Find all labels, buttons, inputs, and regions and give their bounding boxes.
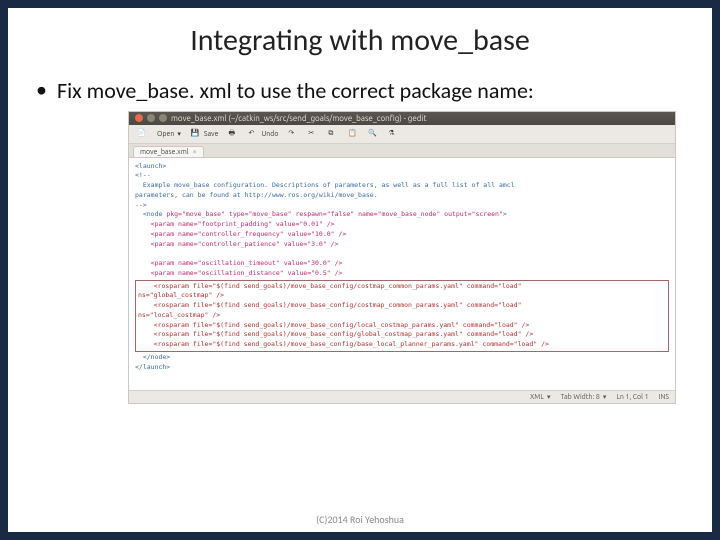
redo-button[interactable]: ↷ <box>286 128 300 140</box>
code-line: Example move_base configuration. Descrip… <box>143 181 515 189</box>
save-icon: 💾 <box>191 129 201 139</box>
undo-button[interactable]: ↶Undo <box>246 128 280 140</box>
code-line: ns="global_costmap" /> <box>138 291 224 299</box>
print-button[interactable]: 🖶 <box>226 128 240 140</box>
highlighted-edit-box: <rosparam file="$(find send_goals)/move_… <box>135 280 669 352</box>
code-line: parameters, can be found at http://www.r… <box>135 191 378 199</box>
code-line: <node <box>143 210 166 218</box>
status-cursor-position: Ln 1, Col 1 <box>616 393 648 401</box>
code-line: <param name="controller_frequency" value… <box>151 230 347 238</box>
paste-icon: 📋 <box>348 129 358 139</box>
code-line: <param name="oscillation_distance" value… <box>151 269 343 277</box>
status-bar: XML ▾ Tab Width: 8 ▾ Ln 1, Col 1 INS <box>129 390 675 403</box>
copy-button[interactable]: ⧉ <box>326 128 340 140</box>
code-line: ns="local_costmap" /> <box>138 311 220 319</box>
undo-icon: ↶ <box>248 129 258 139</box>
window-titlebar: move_base.xml (~/catkin_ws/src/send_goal… <box>129 112 675 125</box>
replace-icon: ⚗ <box>388 129 398 139</box>
bullet-text: Fix move_base. xml to use the correct pa… <box>57 77 534 105</box>
code-line: <rosparam file="$(find send_goals)/move_… <box>154 321 530 329</box>
cut-button[interactable]: ✂ <box>306 128 320 140</box>
document-icon: 📄 <box>137 129 147 139</box>
redo-icon: ↷ <box>288 129 298 139</box>
code-line: </node> <box>143 353 170 361</box>
paste-button[interactable]: 📋 <box>346 128 360 140</box>
slide-title: Integrating with move_base <box>8 8 712 77</box>
new-file-button[interactable]: 📄 <box>135 128 149 140</box>
toolbar: 📄 Open ▾ 💾Save 🖶 ↶Undo ↷ ✂ ⧉ 📋 🔍 ⚗ <box>129 125 675 144</box>
slide: Integrating with move_base • Fix move_ba… <box>8 8 712 532</box>
copy-icon: ⧉ <box>328 129 338 139</box>
gedit-window: move_base.xml (~/catkin_ws/src/send_goal… <box>128 111 676 404</box>
print-icon: 🖶 <box>228 129 238 139</box>
code-line: <launch> <box>135 162 166 170</box>
replace-button[interactable]: ⚗ <box>386 128 400 140</box>
maximize-icon[interactable] <box>159 114 167 122</box>
code-line: <rosparam file="$(find send_goals)/move_… <box>154 330 534 338</box>
minimize-icon[interactable] <box>147 114 155 122</box>
code-line: <param name="footprint_padding" value="0… <box>151 220 335 228</box>
status-tab-width[interactable]: Tab Width: 8 ▾ <box>560 393 606 401</box>
tab-close-icon[interactable]: × <box>193 148 197 156</box>
tab-bar: move_base.xml × <box>129 144 675 158</box>
code-line: <param name="controller_patience" value=… <box>151 240 339 248</box>
open-button[interactable]: Open ▾ <box>155 129 183 139</box>
code-line: <rosparam file="$(find send_goals)/move_… <box>154 340 549 348</box>
window-title-text: move_base.xml (~/catkin_ws/src/send_goal… <box>171 114 427 123</box>
code-line: > <box>503 210 507 218</box>
code-line: <!-- <box>135 171 151 179</box>
chevron-down-icon: ▾ <box>177 130 181 138</box>
code-line: pkg="move_base" type="move_base" respawn… <box>166 210 503 218</box>
cut-icon: ✂ <box>308 129 318 139</box>
code-line: <rosparam file="$(find send_goals)/move_… <box>154 301 522 309</box>
bullet-dot: • <box>36 77 47 103</box>
slide-footer: (C)2014 Roi Yehoshua <box>8 513 712 526</box>
chevron-down-icon: ▾ <box>547 393 551 401</box>
code-line: </launch> <box>135 363 170 371</box>
status-language[interactable]: XML ▾ <box>530 393 550 401</box>
find-button[interactable]: 🔍 <box>366 128 380 140</box>
code-editor[interactable]: <launch> <!-- Example move_base configur… <box>129 158 675 390</box>
code-line: --> <box>135 201 147 209</box>
find-icon: 🔍 <box>368 129 378 139</box>
bullet-item: • Fix move_base. xml to use the correct … <box>8 77 712 111</box>
tab-label: move_base.xml <box>140 148 189 156</box>
chevron-down-icon: ▾ <box>603 393 607 401</box>
save-button[interactable]: 💾Save <box>189 128 221 140</box>
tab-move-base-xml[interactable]: move_base.xml × <box>133 146 204 157</box>
close-icon[interactable] <box>135 114 143 122</box>
status-insert-mode: INS <box>659 393 669 401</box>
code-line: <rosparam file="$(find send_goals)/move_… <box>154 282 522 290</box>
code-line: <param name="oscillation_timeout" value=… <box>151 259 343 267</box>
